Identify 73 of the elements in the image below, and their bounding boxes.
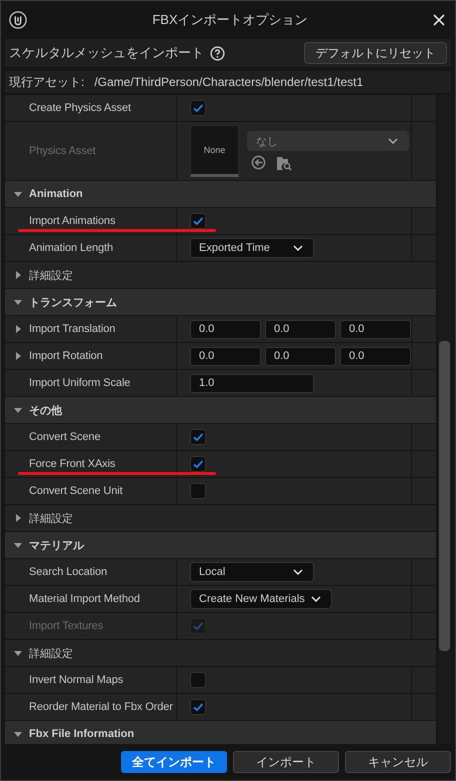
property-label: Import Uniform Scale	[29, 377, 130, 389]
chevron-icon	[293, 245, 303, 251]
asset-label: 現行アセット:	[9, 74, 84, 90]
dialog-button[interactable]: キャンセル	[345, 751, 451, 773]
group-header[interactable]: 詳細設定	[29, 510, 73, 526]
property-label: Create Physics Asset	[29, 102, 131, 114]
check-icon	[192, 701, 204, 713]
close-icon[interactable]	[433, 14, 445, 26]
property-label: Import Textures	[29, 620, 104, 632]
property-label: Material Import Method	[29, 593, 140, 605]
checkbox[interactable]	[190, 429, 206, 445]
property-label: Import Translation	[29, 323, 116, 335]
dropdown[interactable]: Local	[190, 562, 314, 582]
group-header[interactable]: 詳細設定	[29, 268, 73, 282]
dropdown[interactable]: Create New Materials	[190, 589, 332, 609]
collapse-arrow-icon[interactable]	[13, 540, 23, 550]
number-field[interactable]: 0.0	[340, 346, 411, 366]
checkbox[interactable]	[190, 483, 206, 499]
chevron-icon	[293, 569, 303, 575]
group-header[interactable]: 詳細設定	[29, 646, 73, 660]
collapse-arrow-icon[interactable]	[13, 189, 23, 199]
number-field[interactable]: 0.0	[190, 320, 261, 338]
property-label: Physics Asset	[29, 145, 96, 157]
section-title: スケルタルメッシュをインポート	[9, 44, 204, 62]
category-header[interactable]: Animation	[29, 188, 83, 200]
check-icon	[192, 215, 204, 227]
property-label: Convert Scene	[29, 431, 100, 443]
property-label: Search Location	[29, 566, 107, 578]
category-header[interactable]: その他	[29, 402, 62, 418]
dialog-button[interactable]: 全てインポート	[121, 751, 227, 773]
dropdown[interactable]: Exported Time	[190, 238, 314, 258]
number-field[interactable]: 0.0	[190, 346, 261, 366]
property-label: Force Front XAxis	[29, 458, 116, 470]
dialog-button[interactable]: インポート	[233, 751, 339, 773]
property-label: Import Animations	[29, 215, 116, 227]
expand-arrow-icon[interactable]	[13, 513, 23, 523]
property-label: Invert Normal Maps	[29, 674, 124, 686]
collapse-arrow-icon[interactable]	[13, 648, 23, 658]
reset-button[interactable]: デフォルトにリセット	[304, 42, 447, 64]
number-field[interactable]: 0.0	[265, 320, 336, 338]
chevron-icon	[310, 596, 321, 602]
property-label: Reorder Material to Fbx Order	[29, 701, 173, 713]
scrollbar-thumb[interactable]	[439, 341, 450, 651]
category-header[interactable]: トランスフォーム	[29, 294, 117, 310]
help-icon[interactable]	[210, 46, 225, 60]
collapse-arrow-icon[interactable]	[13, 405, 23, 415]
number-field[interactable]: 1.0	[190, 374, 314, 392]
checkbox[interactable]	[190, 100, 206, 116]
expand-arrow-icon[interactable]	[13, 324, 23, 334]
check-icon	[192, 431, 204, 443]
check-icon	[192, 102, 204, 114]
property-label: Animation Length	[29, 242, 114, 254]
checkbox[interactable]	[190, 213, 206, 229]
folder-search-icon[interactable]	[276, 155, 292, 171]
collapse-arrow-icon[interactable]	[13, 729, 23, 739]
property-label: Import Rotation	[29, 350, 103, 362]
expand-arrow-icon[interactable]	[13, 270, 23, 280]
property-label: Convert Scene Unit	[29, 485, 123, 497]
check-icon	[192, 620, 204, 632]
checkbox[interactable]	[190, 672, 206, 688]
asset-path: /Game/ThirdPerson/Characters/blender/test1/test1	[94, 75, 364, 89]
checkbox[interactable]	[190, 456, 206, 472]
number-field[interactable]: 0.0	[340, 320, 411, 338]
expand-arrow-icon[interactable]	[13, 351, 23, 361]
category-header[interactable]: マテリアル	[29, 538, 84, 552]
number-field[interactable]: 0.0	[265, 346, 336, 366]
check-icon	[192, 458, 204, 470]
window-title: FBXインポートオプション	[151, 11, 309, 29]
collapse-arrow-icon[interactable]	[13, 297, 23, 307]
chevron-icon	[388, 138, 398, 144]
category-header[interactable]: Fbx File Information	[29, 728, 134, 740]
checkbox[interactable]	[190, 699, 206, 715]
logo-icon	[9, 11, 27, 29]
